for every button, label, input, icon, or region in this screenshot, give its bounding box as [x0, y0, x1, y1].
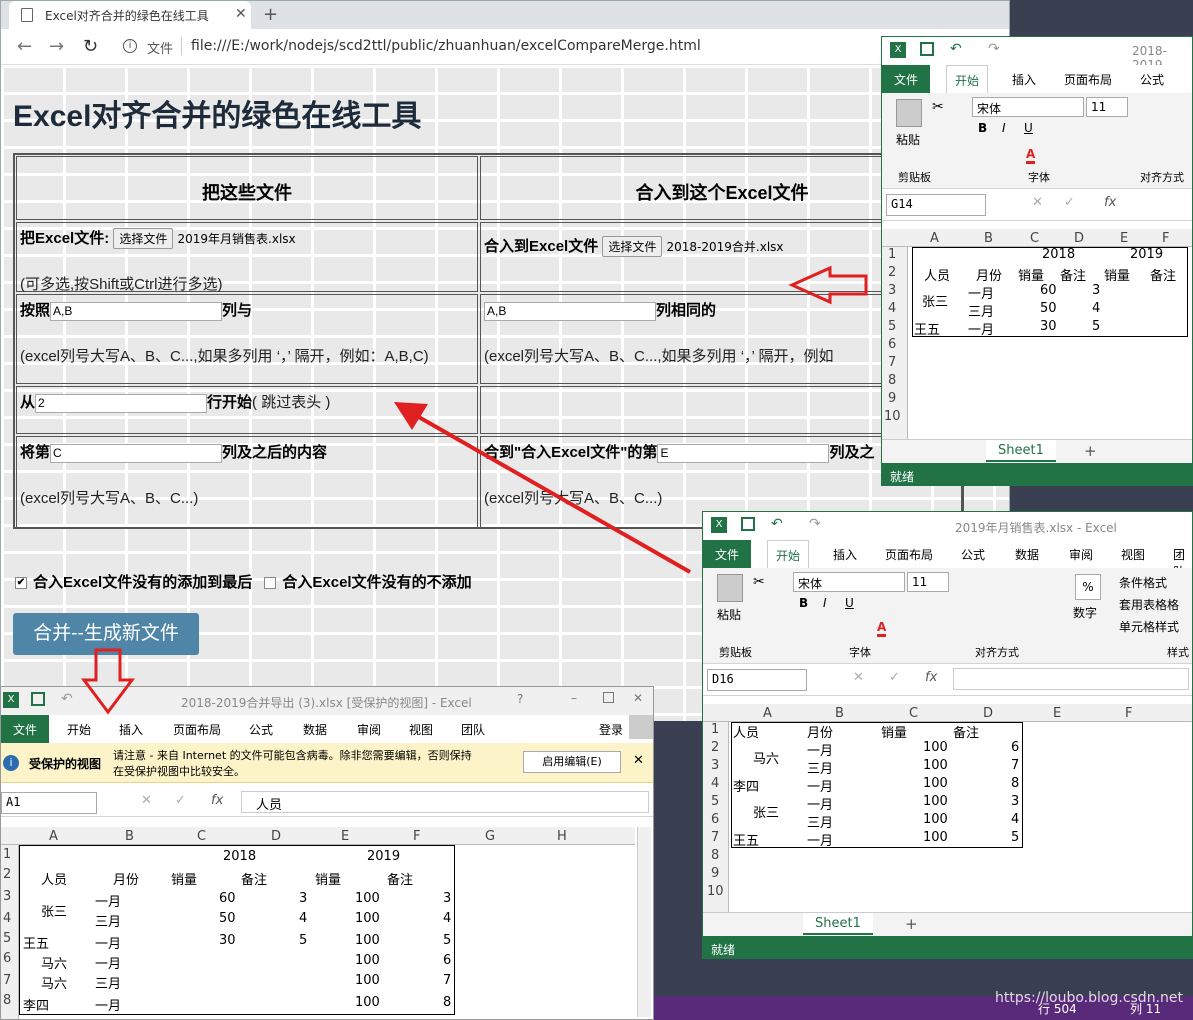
arrow-line [409, 410, 691, 574]
arrow-head-icon [394, 402, 428, 430]
arrow-down-icon [81, 648, 135, 715]
arrow-left-icon [788, 265, 868, 305]
annotation-arrows [81, 265, 868, 715]
